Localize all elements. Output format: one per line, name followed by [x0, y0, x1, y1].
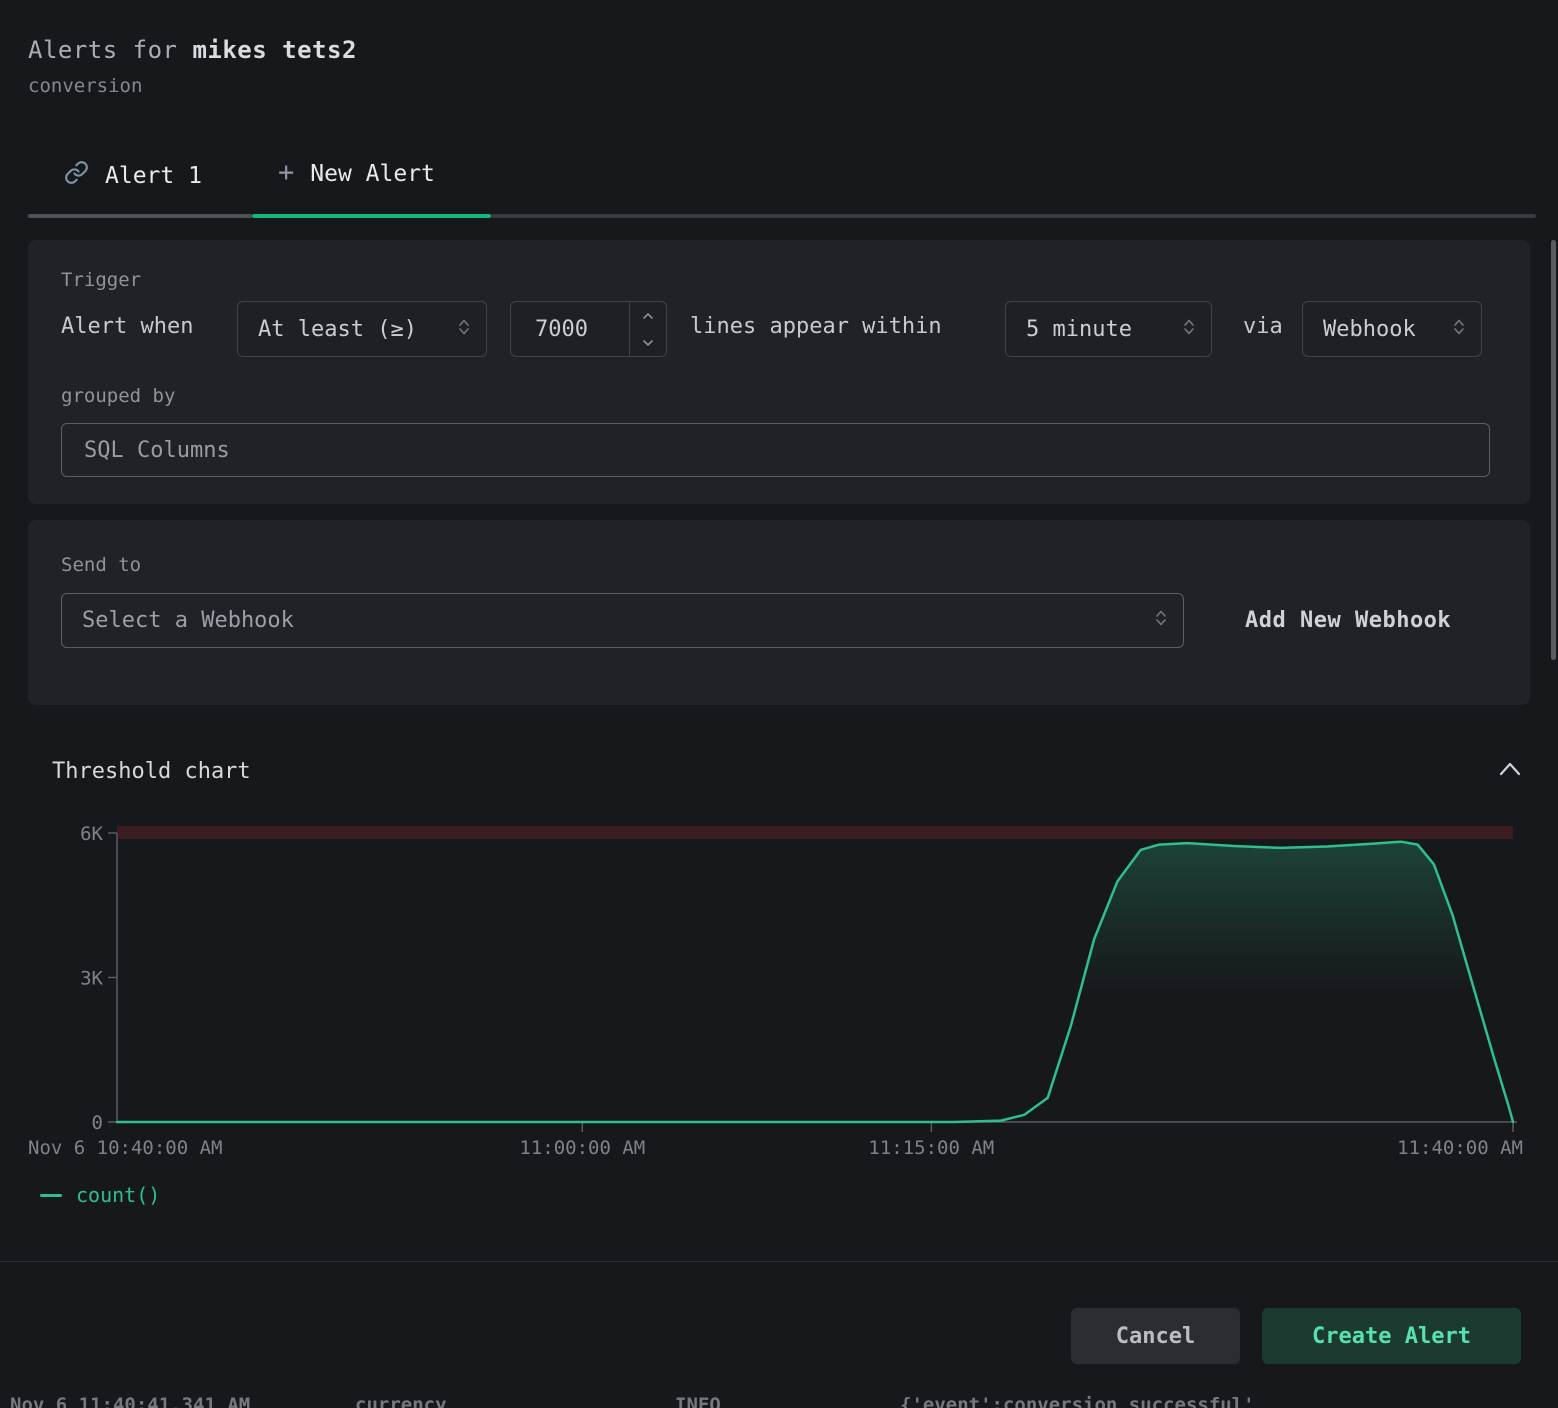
trigger-panel: Trigger Alert when At least (≥) lines ap [28, 240, 1530, 504]
legend-series-label: count() [76, 1183, 160, 1207]
add-new-webhook-button[interactable]: Add New Webhook [1245, 608, 1451, 633]
threshold-chart: 0 3K 6K Nov 6 10:40:00 AM 11:00:00 AM 11:15:0… [0, 815, 1558, 1165]
chevron-updown-icon [1155, 608, 1167, 633]
threshold-chart-title: Threshold chart [52, 759, 251, 784]
svg-text:Nov 6 10:40:00 AM: Nov 6 10:40:00 AM [28, 1137, 222, 1159]
webhook-select[interactable]: Select a Webhook [61, 593, 1184, 648]
tab-new-alert-label: New Alert [310, 161, 435, 187]
chevron-updown-icon [458, 317, 470, 342]
tab-new-alert[interactable]: + New Alert [278, 160, 435, 187]
channel-select[interactable]: Webhook [1302, 301, 1482, 357]
chevron-updown-icon [1183, 317, 1195, 342]
tab-underline-active [252, 214, 491, 218]
page-subtitle: conversion [28, 75, 142, 97]
stepper-down-button[interactable] [630, 329, 666, 356]
footer-divider [0, 1261, 1558, 1262]
chevron-up-icon [1496, 757, 1524, 785]
lines-appear-text: lines appear within [690, 314, 942, 339]
threshold-input-group [510, 301, 667, 357]
window-select[interactable]: 5 minute [1005, 301, 1212, 357]
tab-underline-inactive [28, 214, 252, 218]
svg-text:11:00:00 AM: 11:00:00 AM [519, 1137, 645, 1159]
tab-alert-1[interactable]: Alert 1 [64, 160, 202, 191]
threshold-stepper [629, 302, 666, 356]
legend-line-swatch [40, 1194, 62, 1197]
grouped-by-input[interactable] [61, 423, 1490, 477]
comparator-value: At least (≥) [258, 317, 417, 342]
comparator-select[interactable]: At least (≥) [237, 301, 487, 357]
alert-when-text: Alert when [61, 314, 193, 339]
alert-modal: Alerts for mikes tets2 conversion Alert … [0, 0, 1558, 1408]
tab-alert-1-label: Alert 1 [105, 163, 202, 189]
svg-text:0: 0 [92, 1112, 103, 1134]
threshold-input[interactable] [511, 302, 629, 356]
scrollbar-thumb[interactable] [1551, 240, 1556, 660]
trigger-label: Trigger [61, 269, 141, 291]
chevron-updown-icon [1453, 317, 1465, 342]
svg-text:11:40:00 AM: 11:40:00 AM [1397, 1137, 1523, 1159]
dataset-name: mikes tets2 [192, 36, 356, 64]
log-message: {'event':conversion successful' [900, 1394, 1255, 1408]
send-to-panel: Send to Select a Webhook Add New Webhook [28, 520, 1530, 705]
svg-text:3K: 3K [80, 968, 103, 990]
cancel-button[interactable]: Cancel [1071, 1308, 1240, 1364]
chart-legend: count() [40, 1183, 160, 1207]
collapse-chart-button[interactable] [1494, 757, 1526, 785]
svg-text:11:15:00 AM: 11:15:00 AM [868, 1137, 994, 1159]
send-to-label: Send to [61, 554, 141, 576]
channel-value: Webhook [1323, 317, 1416, 342]
grouped-by-label: grouped by [61, 385, 175, 407]
stepper-up-button[interactable] [630, 302, 666, 329]
log-service: currency [355, 1394, 447, 1408]
via-text: via [1243, 314, 1283, 339]
tab-row-border [491, 214, 1536, 218]
log-level: INFO [675, 1394, 721, 1408]
page-title-prefix: Alerts for [28, 36, 192, 64]
page-title: Alerts for mikes tets2 [28, 36, 357, 64]
link-icon [64, 160, 89, 191]
log-timestamp: Nov 6 11:40:41.341 AM [10, 1394, 250, 1408]
webhook-select-placeholder: Select a Webhook [82, 608, 294, 633]
plus-icon: + [278, 159, 294, 186]
threshold-band [117, 826, 1513, 839]
create-alert-button[interactable]: Create Alert [1262, 1308, 1521, 1364]
svg-text:6K: 6K [80, 823, 103, 845]
window-value: 5 minute [1026, 317, 1132, 342]
